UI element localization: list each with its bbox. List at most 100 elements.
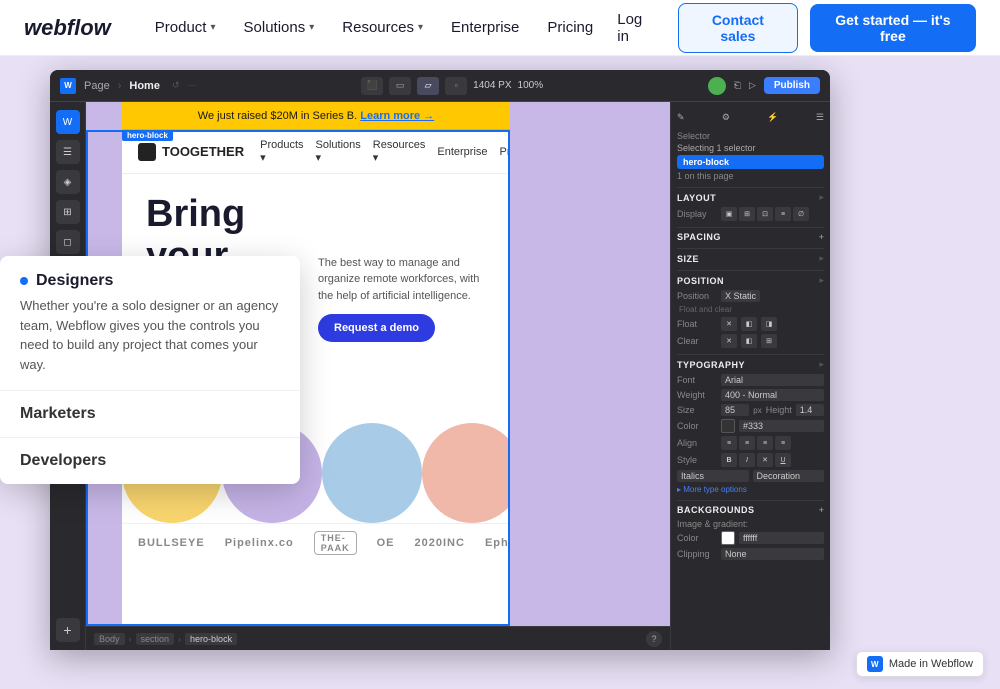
breadcrumb-body[interactable]: Body: [94, 633, 125, 645]
float-left-btn[interactable]: ◧: [741, 317, 757, 331]
made-in-webflow-badge[interactable]: W Made in Webflow: [856, 651, 984, 677]
rs-clipping-value[interactable]: None: [721, 548, 824, 560]
publish-button[interactable]: Publish: [764, 77, 820, 94]
layout-expand-icon[interactable]: ▸: [819, 192, 824, 203]
rs-settings-icon[interactable]: ⚙: [722, 112, 730, 123]
page-name: Home: [129, 80, 160, 92]
dots-icon[interactable]: ⋯: [187, 80, 196, 91]
announcement-text: We just raised $20M in Series B.: [198, 110, 357, 122]
popup-developers-item[interactable]: Developers: [0, 437, 300, 484]
rs-color-value[interactable]: #333: [739, 420, 824, 432]
px-label: 1404 PX: [473, 80, 511, 91]
bg-color-swatch[interactable]: [721, 531, 735, 545]
size-expand-icon[interactable]: ▸: [819, 253, 824, 264]
popup-marketers-item[interactable]: Marketers: [0, 390, 300, 437]
nav-item-product[interactable]: Product ▾: [143, 13, 228, 42]
share-icon[interactable]: ⎗: [734, 80, 741, 91]
site-logo-icon: [138, 143, 156, 161]
rs-more-icon[interactable]: ⚡: [767, 112, 778, 123]
cms-icon[interactable]: ⊞: [56, 200, 80, 224]
page-label: Page: [84, 80, 110, 92]
align-right-icon[interactable]: ≡: [757, 436, 773, 450]
rs-position-value[interactable]: X Static: [721, 290, 760, 302]
rs-backgrounds-section: Backgrounds + Image & gradient: Color ff…: [677, 500, 824, 560]
rs-align-row: Align ≡ ≡ ≡ ≡: [677, 436, 824, 450]
rs-font-value[interactable]: Arial: [721, 374, 824, 386]
editor-topbar-left: W Page › Home ↺ ⋯: [60, 78, 196, 94]
rs-decoration-type[interactable]: Decoration: [753, 470, 825, 482]
font-color-swatch[interactable]: [721, 419, 735, 433]
rs-selector-label: Selector: [677, 131, 824, 141]
rs-tools-icon[interactable]: ✎: [677, 112, 685, 123]
more-type-options[interactable]: ▸ More type options: [677, 485, 824, 494]
popup-designers-item[interactable]: Designers Whether you're a solo designer…: [0, 256, 300, 390]
clear-both-btn[interactable]: ⊞: [761, 334, 777, 348]
hero-block-label: hero-block: [122, 130, 173, 141]
float-right-btn[interactable]: ◨: [761, 317, 777, 331]
refresh-icon[interactable]: ↺: [172, 80, 180, 91]
help-icon[interactable]: ?: [646, 631, 662, 647]
add-icon[interactable]: +: [56, 618, 80, 642]
hero-cta-button[interactable]: Request a demo: [318, 314, 435, 342]
flex-icon[interactable]: ⊞: [739, 207, 755, 221]
pages-icon[interactable]: W: [56, 110, 80, 134]
italic-icon[interactable]: I: [739, 453, 755, 467]
nav-item-resources[interactable]: Resources ▾: [330, 13, 435, 42]
backgrounds-add-icon[interactable]: +: [819, 505, 824, 515]
breadcrumb-hero[interactable]: hero-block: [185, 633, 237, 645]
align-justify-icon[interactable]: ≡: [775, 436, 791, 450]
block-icon[interactable]: ▣: [721, 207, 737, 221]
site-nav: TOOGETHER Products ▾ Solutions ▾ Resourc…: [122, 130, 510, 174]
bb-right: ?: [646, 631, 662, 647]
rs-extra-icon[interactable]: ☰: [816, 112, 824, 123]
nav-item-enterprise[interactable]: Enterprise: [439, 13, 531, 42]
rs-bgcolor-value[interactable]: ffffff: [739, 532, 824, 544]
chevron-down-icon: ▾: [309, 22, 314, 33]
announcement-link[interactable]: Learn more →: [360, 110, 434, 122]
breadcrumb-section[interactable]: section: [136, 633, 175, 645]
clear-left-btn[interactable]: ◧: [741, 334, 757, 348]
inline-icon[interactable]: ≡: [775, 207, 791, 221]
align-center-icon[interactable]: ≡: [739, 436, 755, 450]
typography-expand-icon[interactable]: ▸: [819, 359, 824, 370]
strike-icon[interactable]: ✕: [757, 453, 773, 467]
grid-icon[interactable]: ⊡: [757, 207, 773, 221]
mobile-small-icon[interactable]: ▫: [445, 77, 467, 95]
float-x-btn[interactable]: ✕: [721, 317, 737, 331]
get-started-button[interactable]: Get started — it's free: [810, 4, 976, 52]
navigator-icon[interactable]: ☰: [56, 140, 80, 164]
mobile-icon[interactable]: ▱: [417, 77, 439, 95]
login-button[interactable]: Log in: [605, 5, 666, 51]
rs-height-value[interactable]: 1.4: [796, 404, 824, 416]
tablet-icon[interactable]: ▭: [389, 77, 411, 95]
site-nav-solutions[interactable]: Solutions ▾: [316, 139, 361, 164]
bold-icon[interactable]: B: [721, 453, 737, 467]
nav-item-pricing[interactable]: Pricing: [535, 13, 605, 42]
spacing-expand-icon[interactable]: +: [819, 232, 824, 242]
rs-weight-value[interactable]: 400 - Normal: [721, 389, 824, 401]
rs-selector-value[interactable]: hero-block: [677, 155, 824, 169]
popup-developers-title: Developers: [20, 452, 280, 470]
rs-count-label: 1 on this page: [677, 171, 824, 181]
align-left-icon[interactable]: ≡: [721, 436, 737, 450]
site-nav-resources[interactable]: Resources ▾: [373, 139, 426, 164]
assets-icon[interactable]: ◈: [56, 170, 80, 194]
rs-italic-type[interactable]: Italics: [677, 470, 749, 482]
nav-item-solutions[interactable]: Solutions ▾: [232, 13, 327, 42]
none-icon[interactable]: ∅: [793, 207, 809, 221]
right-sidebar: ✎ ⚙ ⚡ ☰ Selector Selecting 1 selector he…: [670, 102, 830, 650]
ecommerce-icon[interactable]: ◻: [56, 230, 80, 254]
desktop-icon[interactable]: ⬛: [361, 77, 383, 95]
rs-size-value[interactable]: 85: [721, 404, 749, 416]
site-nav-enterprise[interactable]: Enterprise: [437, 146, 487, 158]
underline-icon[interactable]: U: [775, 453, 791, 467]
nav-logo[interactable]: webflow: [24, 15, 111, 41]
clear-x-btn[interactable]: ✕: [721, 334, 737, 348]
position-expand-icon[interactable]: ▸: [819, 275, 824, 286]
rs-typography-section: Typography ▸ Font Arial Weight 400 - Nor…: [677, 354, 824, 494]
preview-icon[interactable]: ▷: [749, 80, 756, 91]
contact-sales-button[interactable]: Contact sales: [678, 3, 798, 53]
site-nav-products[interactable]: Products ▾: [260, 139, 303, 164]
rs-display-icons: ▣ ⊞ ⊡ ≡ ∅: [721, 207, 809, 221]
site-nav-pricing[interactable]: Pricing: [500, 146, 510, 158]
